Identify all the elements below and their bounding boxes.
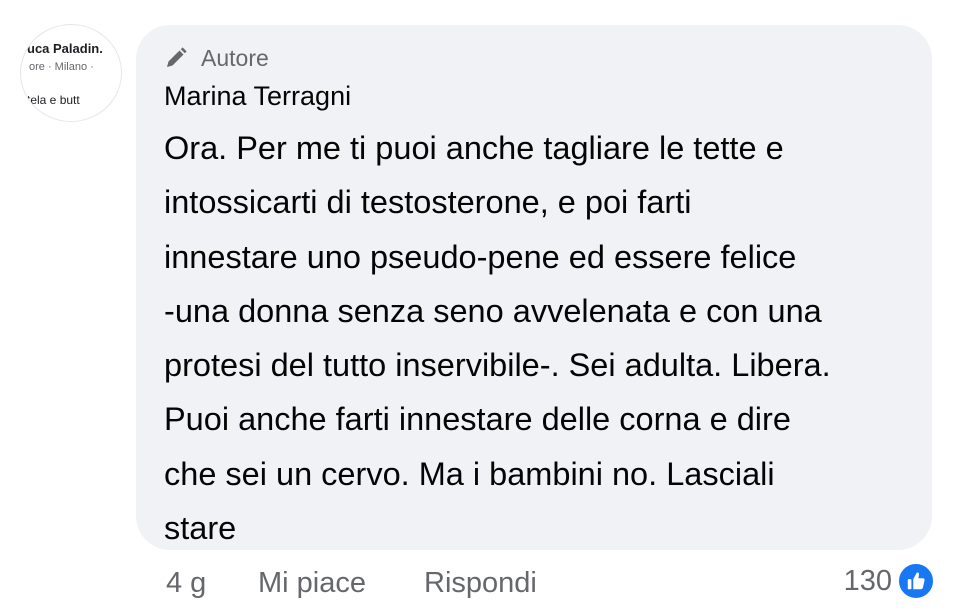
comment-text: Ora. Per me ti puoi anche tagliare le te… [164, 121, 924, 555]
comment-line: innestare uno pseudo-pene ed essere feli… [164, 238, 797, 275]
reaction-summary[interactable]: 130 [844, 559, 936, 603]
comment-line: protesi del tutto inservibile-. Sei adul… [164, 347, 831, 384]
comment-line: Puoi anche farti innestare delle corna e… [164, 401, 791, 438]
comment-timestamp[interactable]: 4 g [166, 563, 206, 603]
pencil-icon [164, 46, 188, 70]
like-button[interactable]: Mi piace [258, 563, 366, 603]
avatar-subtitle-fragment: ore · Milano · [29, 61, 94, 73]
comment-bubble: Autore Marina Terragni Ora. Per me ti pu… [136, 25, 932, 550]
comment-line: che sei un cervo. Ma i bambini no. Lasci… [164, 455, 775, 492]
comment-line: -una donna senza seno avvelenata e con u… [164, 292, 822, 329]
comment-line: Ora. Per me ti puoi anche tagliare le te… [164, 130, 784, 166]
avatar[interactable]: uca Paladin. ore · Milano · tela e butt [20, 24, 122, 122]
reply-button[interactable]: Rispondi [424, 563, 537, 603]
avatar-name-fragment: uca Paladin. [27, 41, 103, 56]
author-badge: Autore [164, 44, 269, 72]
author-badge-label: Autore [201, 44, 269, 71]
comment-line: stare [164, 510, 237, 547]
comment-line: intossicarti di testosterone, e poi fart… [164, 184, 692, 221]
comment-author-name[interactable]: Marina Terragni [164, 81, 351, 112]
thumbs-up-icon [896, 561, 936, 601]
reaction-count: 130 [843, 564, 892, 597]
comment-screenshot: uca Paladin. ore · Milano · tela e butt … [0, 0, 960, 614]
avatar-text-fragment: tela e butt [27, 93, 80, 107]
